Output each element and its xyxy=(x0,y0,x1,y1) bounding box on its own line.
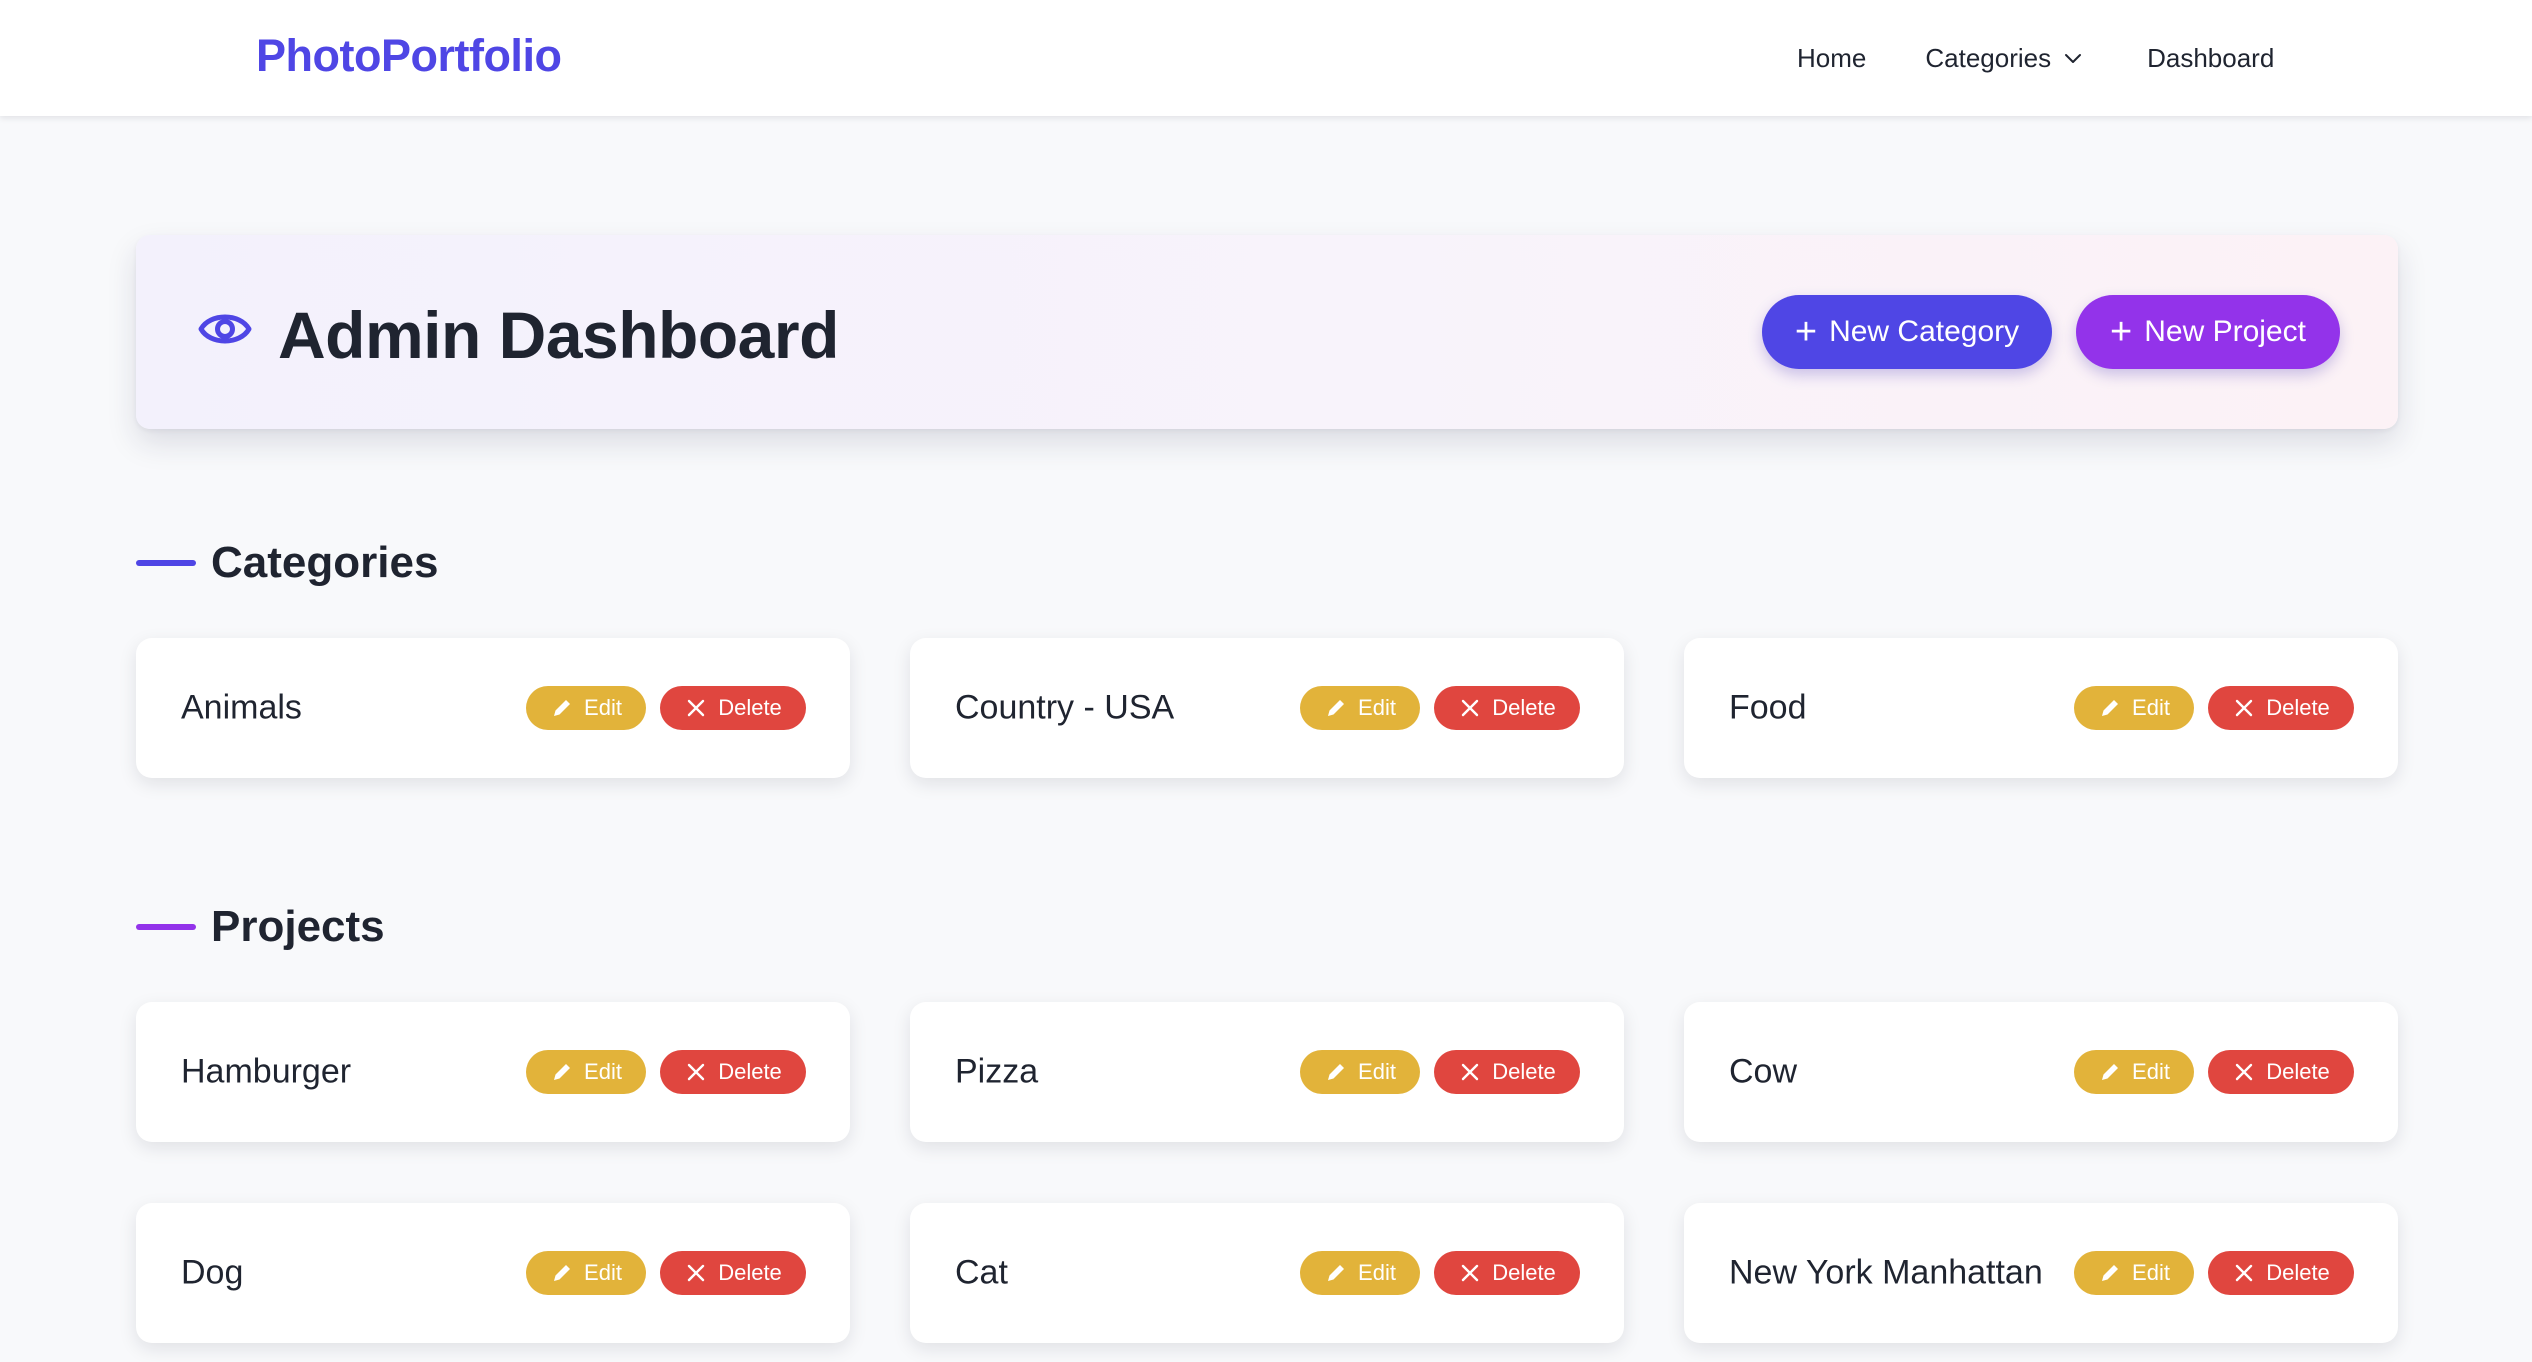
edit-button[interactable]: Edit xyxy=(1300,686,1420,730)
nav-link-dashboard[interactable]: Dashboard xyxy=(2147,43,2274,74)
plus-icon: + xyxy=(1794,311,1818,353)
main-nav: Home Categories Dashboard xyxy=(1797,0,2274,116)
plus-icon: + xyxy=(2110,311,2133,353)
edit-button[interactable]: Edit xyxy=(2074,686,2194,730)
categories-section-title: Categories xyxy=(211,538,439,587)
edit-label: Edit xyxy=(1358,1059,1396,1084)
pencil-icon xyxy=(1328,700,1345,716)
project-name: Pizza xyxy=(955,1052,1039,1091)
new-project-label: New Project xyxy=(2144,315,2306,348)
category-name: Country - USA xyxy=(955,688,1175,727)
pencil-icon xyxy=(1328,1064,1345,1080)
pencil-icon xyxy=(554,1265,571,1281)
close-icon xyxy=(2236,1264,2253,1282)
category-card: Animals Edit Delete xyxy=(136,638,850,778)
edit-label: Edit xyxy=(584,1260,622,1285)
delete-button[interactable]: Delete xyxy=(1434,1251,1580,1295)
brand-logo-link[interactable]: PhotoPortfolio xyxy=(256,30,562,82)
edit-button[interactable]: Edit xyxy=(1300,1050,1420,1094)
delete-button[interactable]: Delete xyxy=(1434,686,1580,730)
category-card: Food Edit Delete xyxy=(1684,638,2398,778)
close-icon xyxy=(688,1264,705,1282)
projects-section-header: Projects xyxy=(136,902,385,952)
delete-label: Delete xyxy=(718,695,782,720)
delete-label: Delete xyxy=(1492,1059,1556,1084)
category-name: Food xyxy=(1729,688,1807,727)
new-category-label: New Category xyxy=(1829,315,2020,348)
delete-button[interactable]: Delete xyxy=(2208,1251,2354,1295)
delete-button[interactable]: Delete xyxy=(1434,1050,1580,1094)
project-name: Hamburger xyxy=(181,1052,352,1091)
nav-link-categories-dropdown[interactable]: Categories xyxy=(1925,43,2085,74)
edit-button[interactable]: Edit xyxy=(2074,1050,2194,1094)
edit-label: Edit xyxy=(2132,1059,2170,1084)
edit-button[interactable]: Edit xyxy=(526,1050,646,1094)
page-title: Admin Dashboard xyxy=(278,298,839,372)
pencil-icon xyxy=(2102,700,2119,716)
nav-link-dashboard-label: Dashboard xyxy=(2147,42,2275,73)
project-card: Cow Edit Delete xyxy=(1684,1002,2398,1142)
close-icon xyxy=(1462,1063,1479,1081)
categories-section-header: Categories xyxy=(136,538,438,588)
project-name: Dog xyxy=(181,1253,244,1292)
nav-link-home[interactable]: Home xyxy=(1797,43,1866,74)
delete-button[interactable]: Delete xyxy=(660,1251,806,1295)
close-icon xyxy=(1462,1264,1479,1282)
close-icon xyxy=(1462,699,1479,717)
delete-label: Delete xyxy=(1492,695,1556,720)
delete-label: Delete xyxy=(2266,695,2330,720)
pencil-icon xyxy=(2102,1064,2119,1080)
delete-label: Delete xyxy=(718,1059,782,1084)
edit-label: Edit xyxy=(584,695,622,720)
category-name: Animals xyxy=(181,688,302,727)
nav-link-categories-label: Categories xyxy=(1925,42,2052,73)
edit-label: Edit xyxy=(1358,695,1396,720)
project-card: Hamburger Edit Delete xyxy=(136,1002,850,1142)
pencil-icon xyxy=(1328,1265,1345,1281)
edit-label: Edit xyxy=(1358,1260,1396,1285)
delete-button[interactable]: Delete xyxy=(660,1050,806,1094)
edit-label: Edit xyxy=(2132,1260,2170,1285)
project-name: Cat xyxy=(955,1253,1008,1292)
pencil-icon xyxy=(554,700,571,716)
project-card: New York Manhattan Edit Delete xyxy=(1684,1203,2398,1343)
close-icon xyxy=(2236,699,2253,717)
project-card: Dog Edit Delete xyxy=(136,1203,850,1343)
close-icon xyxy=(2236,1063,2253,1081)
delete-button[interactable]: Delete xyxy=(2208,686,2354,730)
admin-dashboard-header: Admin Dashboard + New Category + New Pro… xyxy=(136,235,2398,429)
edit-label: Edit xyxy=(584,1059,622,1084)
close-icon xyxy=(688,1063,705,1081)
category-card: Country - USA Edit Delete xyxy=(910,638,1624,778)
section-accent-bar xyxy=(136,924,196,930)
eye-icon xyxy=(198,314,252,344)
project-card: Pizza Edit Delete xyxy=(910,1002,1624,1142)
delete-label: Delete xyxy=(1492,1260,1556,1285)
edit-label: Edit xyxy=(2132,695,2170,720)
project-card: Cat Edit Delete xyxy=(910,1203,1624,1343)
pencil-icon xyxy=(2102,1265,2119,1281)
edit-button[interactable]: Edit xyxy=(2074,1251,2194,1295)
delete-label: Delete xyxy=(2266,1260,2330,1285)
top-navbar: PhotoPortfolio Home Categories Dashboard xyxy=(0,0,2532,116)
close-icon xyxy=(688,699,705,717)
edit-button[interactable]: Edit xyxy=(526,1251,646,1295)
nav-link-home-label: Home xyxy=(1797,42,1867,73)
new-category-button[interactable]: + New Category xyxy=(1762,295,2052,369)
project-name: Cow xyxy=(1729,1052,1798,1091)
chevron-down-icon xyxy=(2065,54,2082,63)
projects-section-title: Projects xyxy=(211,902,385,951)
section-accent-bar xyxy=(136,560,196,566)
project-name: New York Manhattan xyxy=(1729,1253,2043,1292)
delete-label: Delete xyxy=(718,1260,782,1285)
edit-button[interactable]: Edit xyxy=(1300,1251,1420,1295)
delete-button[interactable]: Delete xyxy=(2208,1050,2354,1094)
pencil-icon xyxy=(554,1064,571,1080)
delete-button[interactable]: Delete xyxy=(660,686,806,730)
new-project-button[interactable]: + New Project xyxy=(2076,295,2340,369)
edit-button[interactable]: Edit xyxy=(526,686,646,730)
delete-label: Delete xyxy=(2266,1059,2330,1084)
